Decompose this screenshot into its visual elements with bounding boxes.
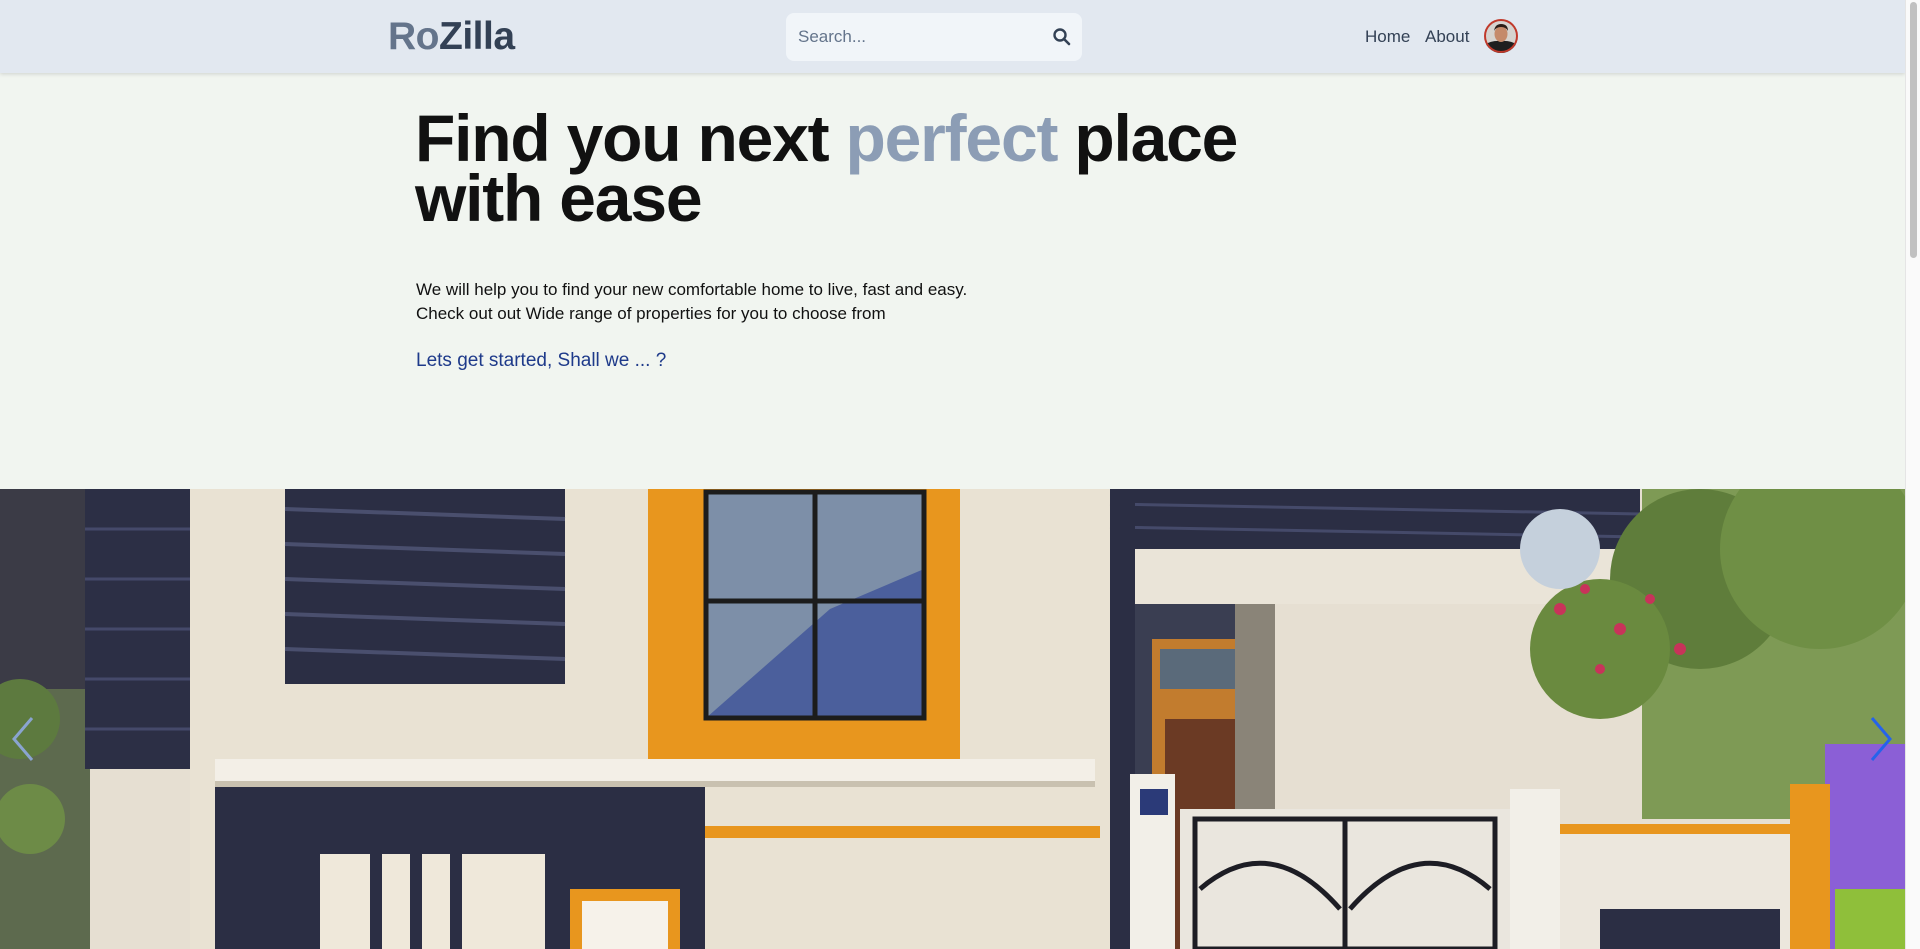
hero-description: We will help you to find your new comfor… — [416, 278, 1116, 326]
scrollbar-thumb[interactable] — [1910, 2, 1917, 258]
search-icon[interactable] — [1052, 27, 1072, 47]
logo-ro: Ro — [388, 15, 440, 58]
hero-title-part2: place — [1057, 101, 1238, 175]
nav-about-link[interactable]: About — [1425, 25, 1469, 49]
hero-title-accent: perfect — [845, 101, 1059, 175]
site-header: RoZilla Home About — [0, 0, 1905, 73]
logo-zilla: Zilla — [439, 15, 515, 58]
hero-desc-line2: Check out out Wide range of properties f… — [416, 304, 886, 323]
page: RoZilla Home About Find you ne — [0, 0, 1905, 949]
page-scrollbar[interactable] — [1905, 0, 1920, 949]
chevron-left-icon[interactable] — [8, 714, 38, 764]
hero-title: Find you next perfect place with ease — [415, 105, 1315, 231]
hero-desc-line1: We will help you to find your new comfor… — [416, 280, 968, 299]
house-photo — [0, 489, 1905, 949]
hero-title-line2: with ease — [415, 161, 703, 235]
site-logo[interactable]: RoZilla — [388, 14, 515, 60]
search-form — [786, 13, 1082, 61]
get-started-link[interactable]: Lets get started, Shall we ... ? — [416, 350, 666, 372]
search-input[interactable] — [798, 13, 1038, 61]
chevron-right-icon[interactable] — [1866, 714, 1896, 764]
user-avatar[interactable] — [1484, 19, 1518, 53]
nav-home-link[interactable]: Home — [1365, 25, 1410, 49]
property-carousel — [0, 489, 1905, 949]
